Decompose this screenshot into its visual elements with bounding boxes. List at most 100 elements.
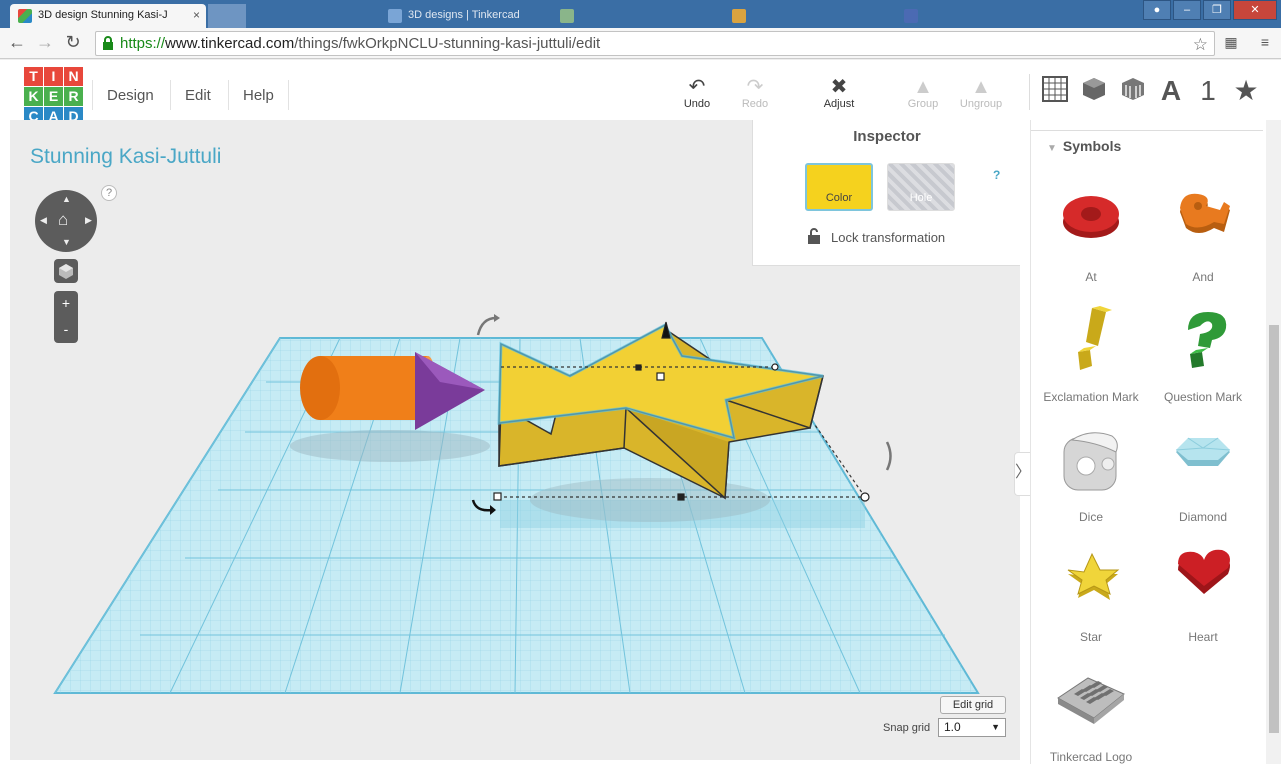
group-button[interactable]: ▲ Group [897,76,949,110]
view-help-icon[interactable]: ? [101,185,117,201]
undo-button[interactable]: ↶ Undo [671,76,723,110]
shape-star[interactable]: Star [1035,544,1147,664]
fit-view-button[interactable] [54,259,78,283]
minimize-icon[interactable]: – [1173,0,1201,20]
grid-view-icon[interactable] [1040,76,1070,106]
tab-favicon-icon [732,9,746,23]
rotate-arrowhead-icon [494,314,500,322]
collapse-panel-button[interactable]: 〉 [1014,452,1031,496]
browser-tab[interactable] [896,4,1066,28]
redo-button[interactable]: ↷ Redo [729,76,781,110]
qr-extension-icon[interactable]: ▦ [1222,34,1240,52]
url-scheme: https:// [120,35,166,52]
shape-question-mark[interactable]: Question Mark [1147,304,1259,424]
shape-exclamation-mark[interactable]: Exclamation Mark [1035,304,1147,424]
tinkercad-logo[interactable]: TINKERCAD [24,67,86,127]
tinkercad-favicon-icon [18,9,32,23]
reload-icon[interactable]: ↻ [62,32,84,54]
rotate-handle-icon[interactable] [476,316,497,336]
close-icon[interactable]: × [193,8,200,22]
box-view-icon[interactable] [1079,76,1109,106]
dice-shape-icon [1063,432,1118,491]
url-path: /things/fwkOrkpNCLU-stunning-kasi-juttul… [294,35,601,52]
shape-at[interactable]: At [1035,184,1147,304]
symbols-section-header[interactable]: ▼ Symbols [1047,138,1121,154]
workplane-canvas[interactable]: Stunning Kasi-Juttuli ▲ ▼ ◀ ▶ ⌂ ? + - In… [10,120,1020,760]
heart-shape-icon [1178,549,1230,594]
orbit-right-icon[interactable]: ▶ [85,215,92,226]
snap-grid-select[interactable]: 1.0 ▼ [938,718,1006,737]
adjust-button[interactable]: ✖ Adjust [813,76,865,110]
home-view-icon[interactable]: ⌂ [58,210,68,230]
shape-diamond[interactable]: Diamond [1147,424,1259,544]
color-swatch-button[interactable]: Color [805,163,873,211]
snap-grid-label: Snap grid [883,722,931,734]
shape-dice[interactable]: Dice [1035,424,1147,544]
menu-help[interactable]: Help [228,80,289,110]
rotate-handle-icon[interactable] [885,441,892,471]
address-bar[interactable]: https://www.tinkercad.com/things/fwkOrkp… [95,31,1215,56]
adjust-tools-icon: ✖ [830,76,848,98]
menu-icon[interactable]: ≡ [1256,34,1274,52]
tinkercad-logo-shape-icon [1057,677,1125,724]
shapes-library-panel: ▼ Symbols At And Exclamation Mark Questi… [1030,120,1281,764]
undo-icon: ↶ [688,76,706,98]
browser-tab-active[interactable]: 3D design Stunning Kasi-J × [10,4,206,28]
logo-letter: T [24,67,43,86]
url-host: www.tinkercad.com [165,35,295,52]
close-window-icon[interactable]: ✕ [1233,0,1277,20]
logo-letter: E [44,87,63,106]
browser-tab[interactable] [724,4,894,28]
back-arrow-icon[interactable]: ← [6,32,28,54]
inspector-panel: Inspector Color Hole ? Lock transformati… [752,120,1020,266]
shape-and[interactable]: And [1147,184,1259,304]
orbit-control[interactable]: ▲ ▼ ◀ ▶ ⌂ [35,190,97,252]
lock-icon[interactable] [807,228,821,244]
group-icon: ▲ [913,76,933,98]
design-title[interactable]: Stunning Kasi-Juttuli [30,145,221,169]
orbit-up-icon[interactable]: ▲ [62,194,71,204]
restore-icon[interactable]: ❐ [1203,0,1231,20]
ungroup-icon: ▲ [971,76,991,98]
zoom-control: + - [54,291,78,343]
shape-tinkercad-logo[interactable]: Tinkercad Logo [1035,664,1147,764]
star-shape-icon [1067,552,1120,600]
lock-transformation-label[interactable]: Lock transformation [831,230,945,245]
logo-letter: R [64,87,83,106]
divider [1031,130,1263,131]
ungroup-button[interactable]: ▲ Ungroup [955,76,1007,110]
zoom-out-button[interactable]: - [54,317,78,343]
tab-favicon-icon [560,9,574,23]
zoom-in-button[interactable]: + [54,291,78,317]
window-controls: ● – ❐ ✕ [1143,0,1277,20]
text-view-icon[interactable]: A [1156,76,1186,106]
browser-tab[interactable] [250,4,378,28]
redo-icon: ↷ [746,76,764,98]
number-view-icon[interactable]: 1 [1193,76,1223,106]
wireframe-view-icon[interactable] [1118,76,1148,106]
user-icon[interactable]: ● [1143,0,1171,20]
forward-arrow-icon[interactable]: → [34,32,56,54]
chevron-down-icon: ▼ [991,722,1000,732]
browser-tab[interactable]: 3D designs | Tinkercad [380,4,550,28]
browser-tab-new[interactable] [208,4,246,28]
browser-tab[interactable] [552,4,722,28]
exclamation-shape-icon [1078,306,1112,370]
orbit-down-icon[interactable]: ▼ [62,237,71,247]
menu-edit[interactable]: Edit [170,80,225,110]
browser-toolbar: ← → ↻ https://www.tinkercad.com/things/f… [0,28,1281,59]
ampersand-shape-icon [1180,193,1230,233]
hole-button[interactable]: Hole [887,163,955,211]
shape-heart[interactable]: Heart [1147,544,1259,664]
logo-letter: I [44,67,63,86]
at-shape-icon [1063,196,1119,238]
inspector-help-icon[interactable]: ? [993,168,1000,182]
bookmark-star-icon[interactable]: ☆ [1193,33,1208,56]
menu-design[interactable]: Design [92,80,168,110]
favorites-star-icon[interactable]: ★ [1231,76,1261,106]
orbit-left-icon[interactable]: ◀ [40,215,47,226]
tab-title: 3D design Stunning Kasi-J [38,9,168,21]
library-scrollbar-thumb[interactable] [1269,325,1279,733]
secure-lock-icon [103,36,113,50]
edit-grid-button[interactable]: Edit grid [940,696,1006,714]
